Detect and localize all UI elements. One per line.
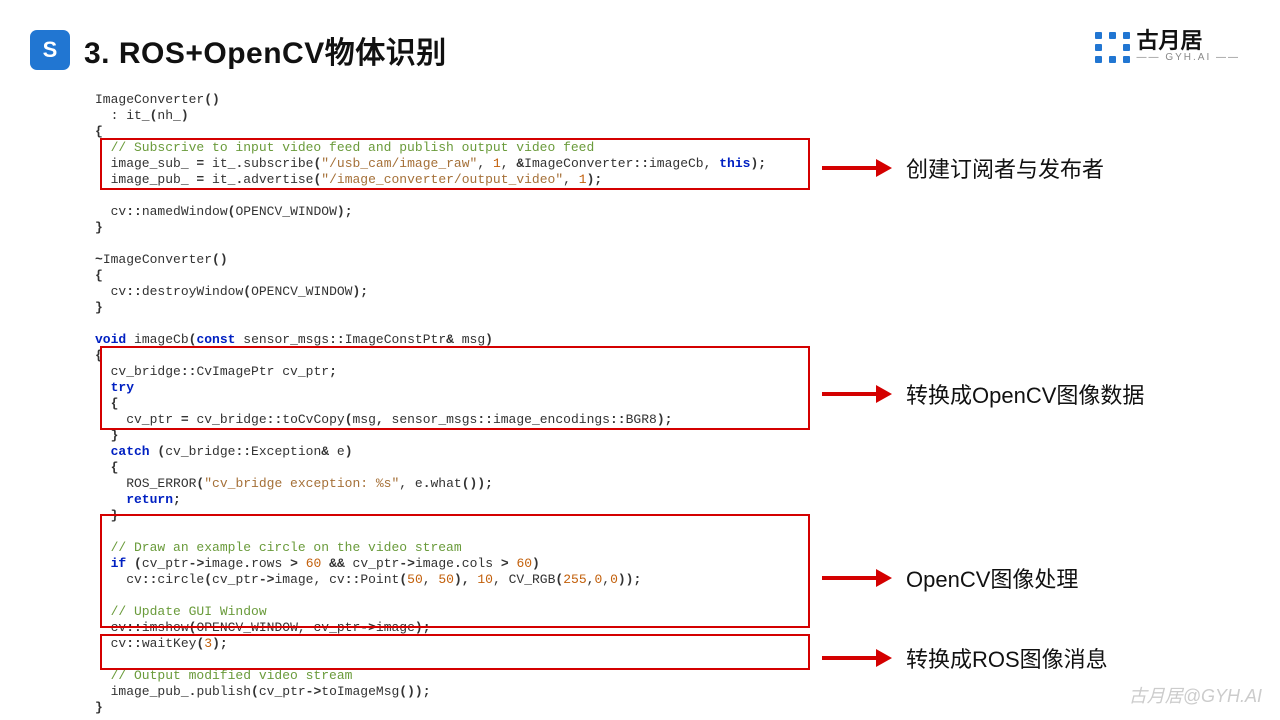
annotation-2: 转换成OpenCV图像数据	[822, 378, 1144, 410]
annotation-3: OpenCV图像处理	[822, 562, 1078, 594]
slide-logo-icon: S	[30, 30, 70, 70]
watermark: 古月居@GYH.AI	[1129, 682, 1262, 708]
brand-name-cn: 古月居	[1137, 30, 1240, 52]
brand-name-en: —— GYH.AI ——	[1137, 52, 1240, 63]
brand-block: 古月居 —— GYH.AI ——	[1095, 30, 1240, 63]
slide-header: S 3. ROS+OpenCV物体识别	[0, 0, 1280, 72]
annotation-4-text: 转换成ROS图像消息	[906, 642, 1108, 674]
arrow-icon	[822, 570, 892, 586]
annotation-1-text: 创建订阅者与发布者	[906, 152, 1104, 184]
logo-glyph: S	[43, 37, 58, 63]
slide-title: 3. ROS+OpenCV物体识别	[84, 28, 447, 72]
arrow-icon	[822, 650, 892, 666]
arrow-icon	[822, 386, 892, 402]
annotation-1: 创建订阅者与发布者	[822, 152, 1104, 184]
arrow-icon	[822, 160, 892, 176]
annotation-2-text: 转换成OpenCV图像数据	[906, 378, 1144, 410]
annotation-3-text: OpenCV图像处理	[906, 562, 1078, 594]
brand-icon	[1095, 32, 1129, 62]
code-listing: ImageConverter() : it_(nh_) { // Subscri…	[95, 92, 825, 716]
annotation-4: 转换成ROS图像消息	[822, 642, 1108, 674]
